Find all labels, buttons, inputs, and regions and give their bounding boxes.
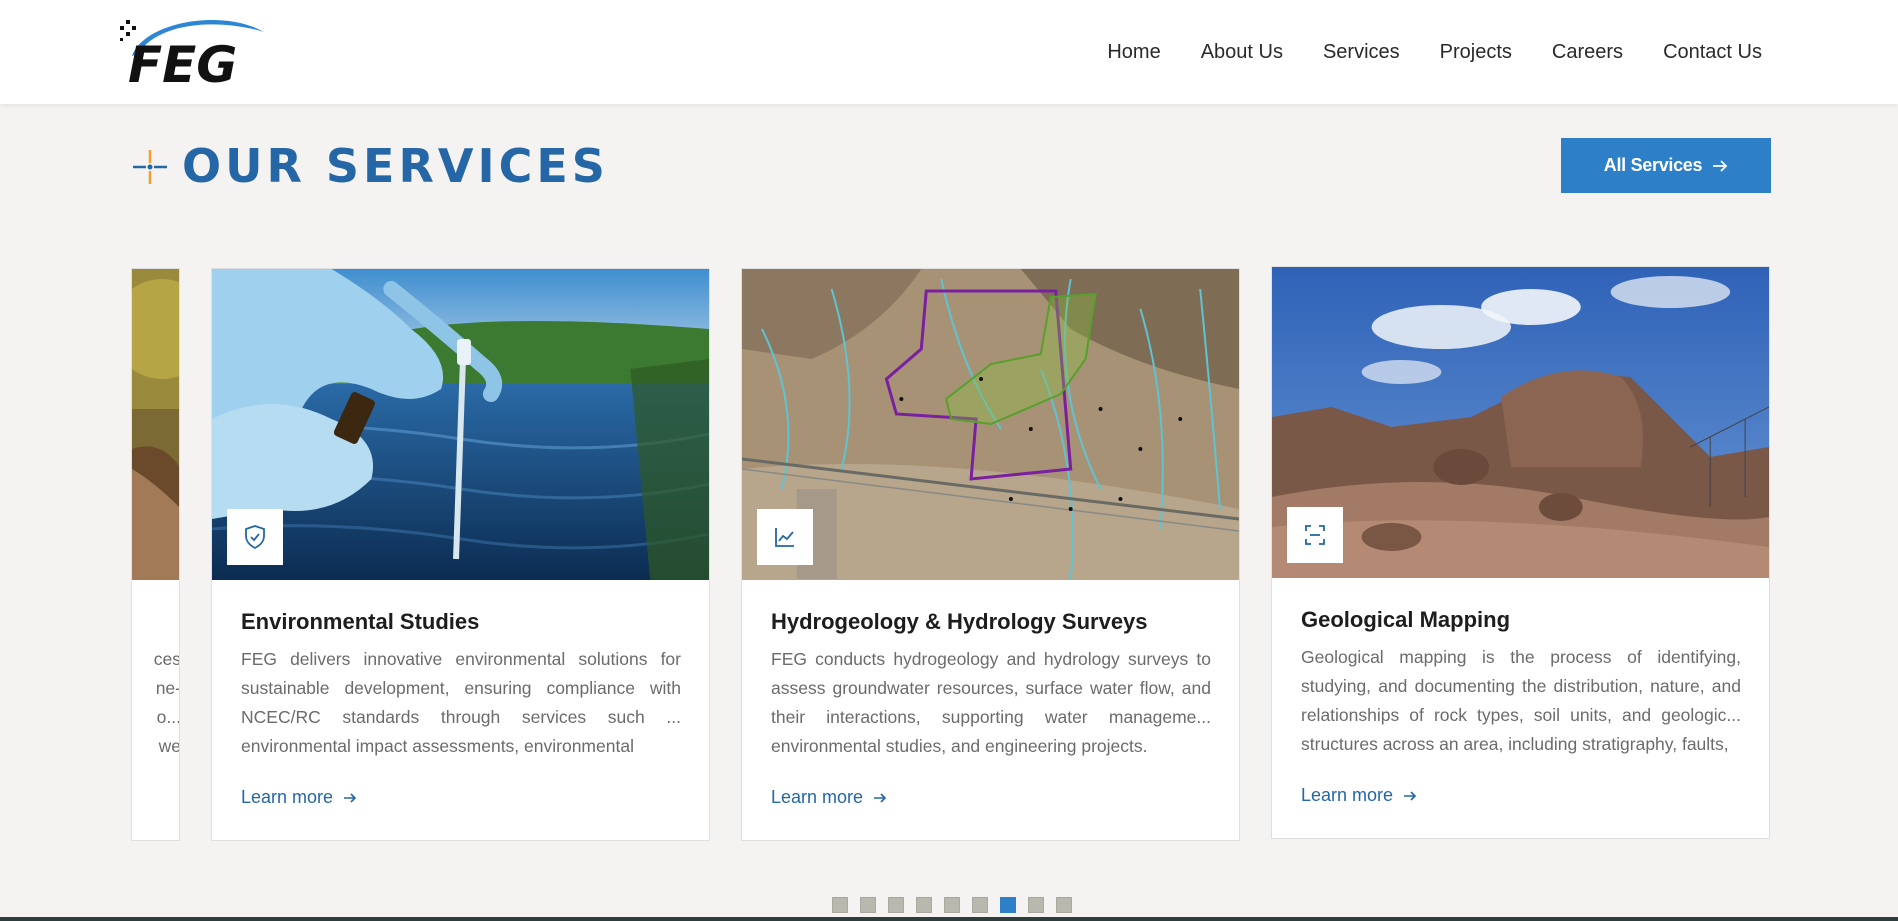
section-title: OUR SERVICES (182, 139, 609, 193)
footer-edge (0, 917, 1898, 921)
all-services-label: All Services (1603, 155, 1703, 175)
service-badge (1287, 507, 1343, 563)
carousel-dot-7[interactable] (1000, 897, 1016, 913)
crosshair-icon (133, 150, 167, 184)
nav-about-us[interactable]: About Us (1181, 41, 1303, 64)
partial-card-text: ces ne- o... we (153, 649, 180, 756)
arrow-right-icon (344, 792, 357, 803)
service-card-partial[interactable]: ces ne- o... we (131, 268, 180, 841)
arrow-right-icon (1713, 159, 1728, 172)
learn-more-link[interactable]: Learn more (241, 787, 357, 808)
service-title: Hydrogeology & Hydrology Surveys (771, 609, 1148, 634)
service-card-environmental[interactable]: Environmental Studies FEG delivers innov… (211, 268, 710, 841)
service-title: Environmental Studies (241, 609, 480, 634)
carousel-dot-2[interactable] (860, 897, 876, 913)
carousel-dot-5[interactable] (944, 897, 960, 913)
service-image-satellite-map (742, 269, 1239, 580)
carousel-dot-8[interactable] (1028, 897, 1044, 913)
carousel-dot-9[interactable] (1056, 897, 1072, 913)
nav-contact-us[interactable]: Contact Us (1643, 41, 1782, 64)
service-image-rock-outcrop (1272, 267, 1769, 578)
site-header: FEG Home About Us Services Projects Care… (0, 0, 1898, 104)
line-chart-icon (775, 528, 794, 547)
service-card-geological-mapping[interactable]: Geological Mapping Geological mapping is… (1271, 266, 1770, 839)
svg-text:FEG: FEG (128, 36, 237, 88)
nav-services[interactable]: Services (1303, 41, 1420, 64)
service-badge (227, 509, 283, 565)
nav-home[interactable]: Home (1087, 41, 1180, 64)
service-image-partial (132, 269, 179, 580)
service-title: Geological Mapping (1301, 607, 1511, 632)
service-description: Geological mapping is the process of ide… (1301, 647, 1741, 754)
learn-more-label: Learn more (241, 787, 334, 807)
learn-more-label: Learn more (771, 787, 864, 807)
learn-more-label: Learn more (1301, 785, 1394, 805)
learn-more-link[interactable]: Learn more (1301, 785, 1417, 806)
service-description: FEG conducts hydrogeology and hydrology … (771, 649, 1211, 756)
nav-projects[interactable]: Projects (1420, 41, 1532, 64)
carousel-dot-3[interactable] (888, 897, 904, 913)
carousel-dot-4[interactable] (916, 897, 932, 913)
service-card-hydrogeology[interactable]: Hydrogeology & Hydrology Surveys FEG con… (741, 268, 1240, 841)
arrow-right-icon (1404, 790, 1417, 801)
service-badge (757, 509, 813, 565)
carousel-pagination (832, 897, 1072, 913)
shield-check-icon (245, 525, 265, 550)
service-description: FEG delivers innovative environmental so… (241, 649, 681, 756)
service-image-water-sampling (212, 269, 709, 580)
feg-logo[interactable]: FEG (118, 14, 284, 88)
learn-more-link[interactable]: Learn more (771, 787, 887, 808)
carousel-dot-1[interactable] (832, 897, 848, 913)
all-services-button[interactable]: All Services (1561, 138, 1771, 193)
main-nav: Home About Us Services Projects Careers … (1087, 0, 1782, 104)
arrow-right-icon (874, 792, 887, 803)
nav-careers[interactable]: Careers (1532, 41, 1643, 64)
carousel-dot-6[interactable] (972, 897, 988, 913)
scan-icon (1305, 525, 1325, 545)
